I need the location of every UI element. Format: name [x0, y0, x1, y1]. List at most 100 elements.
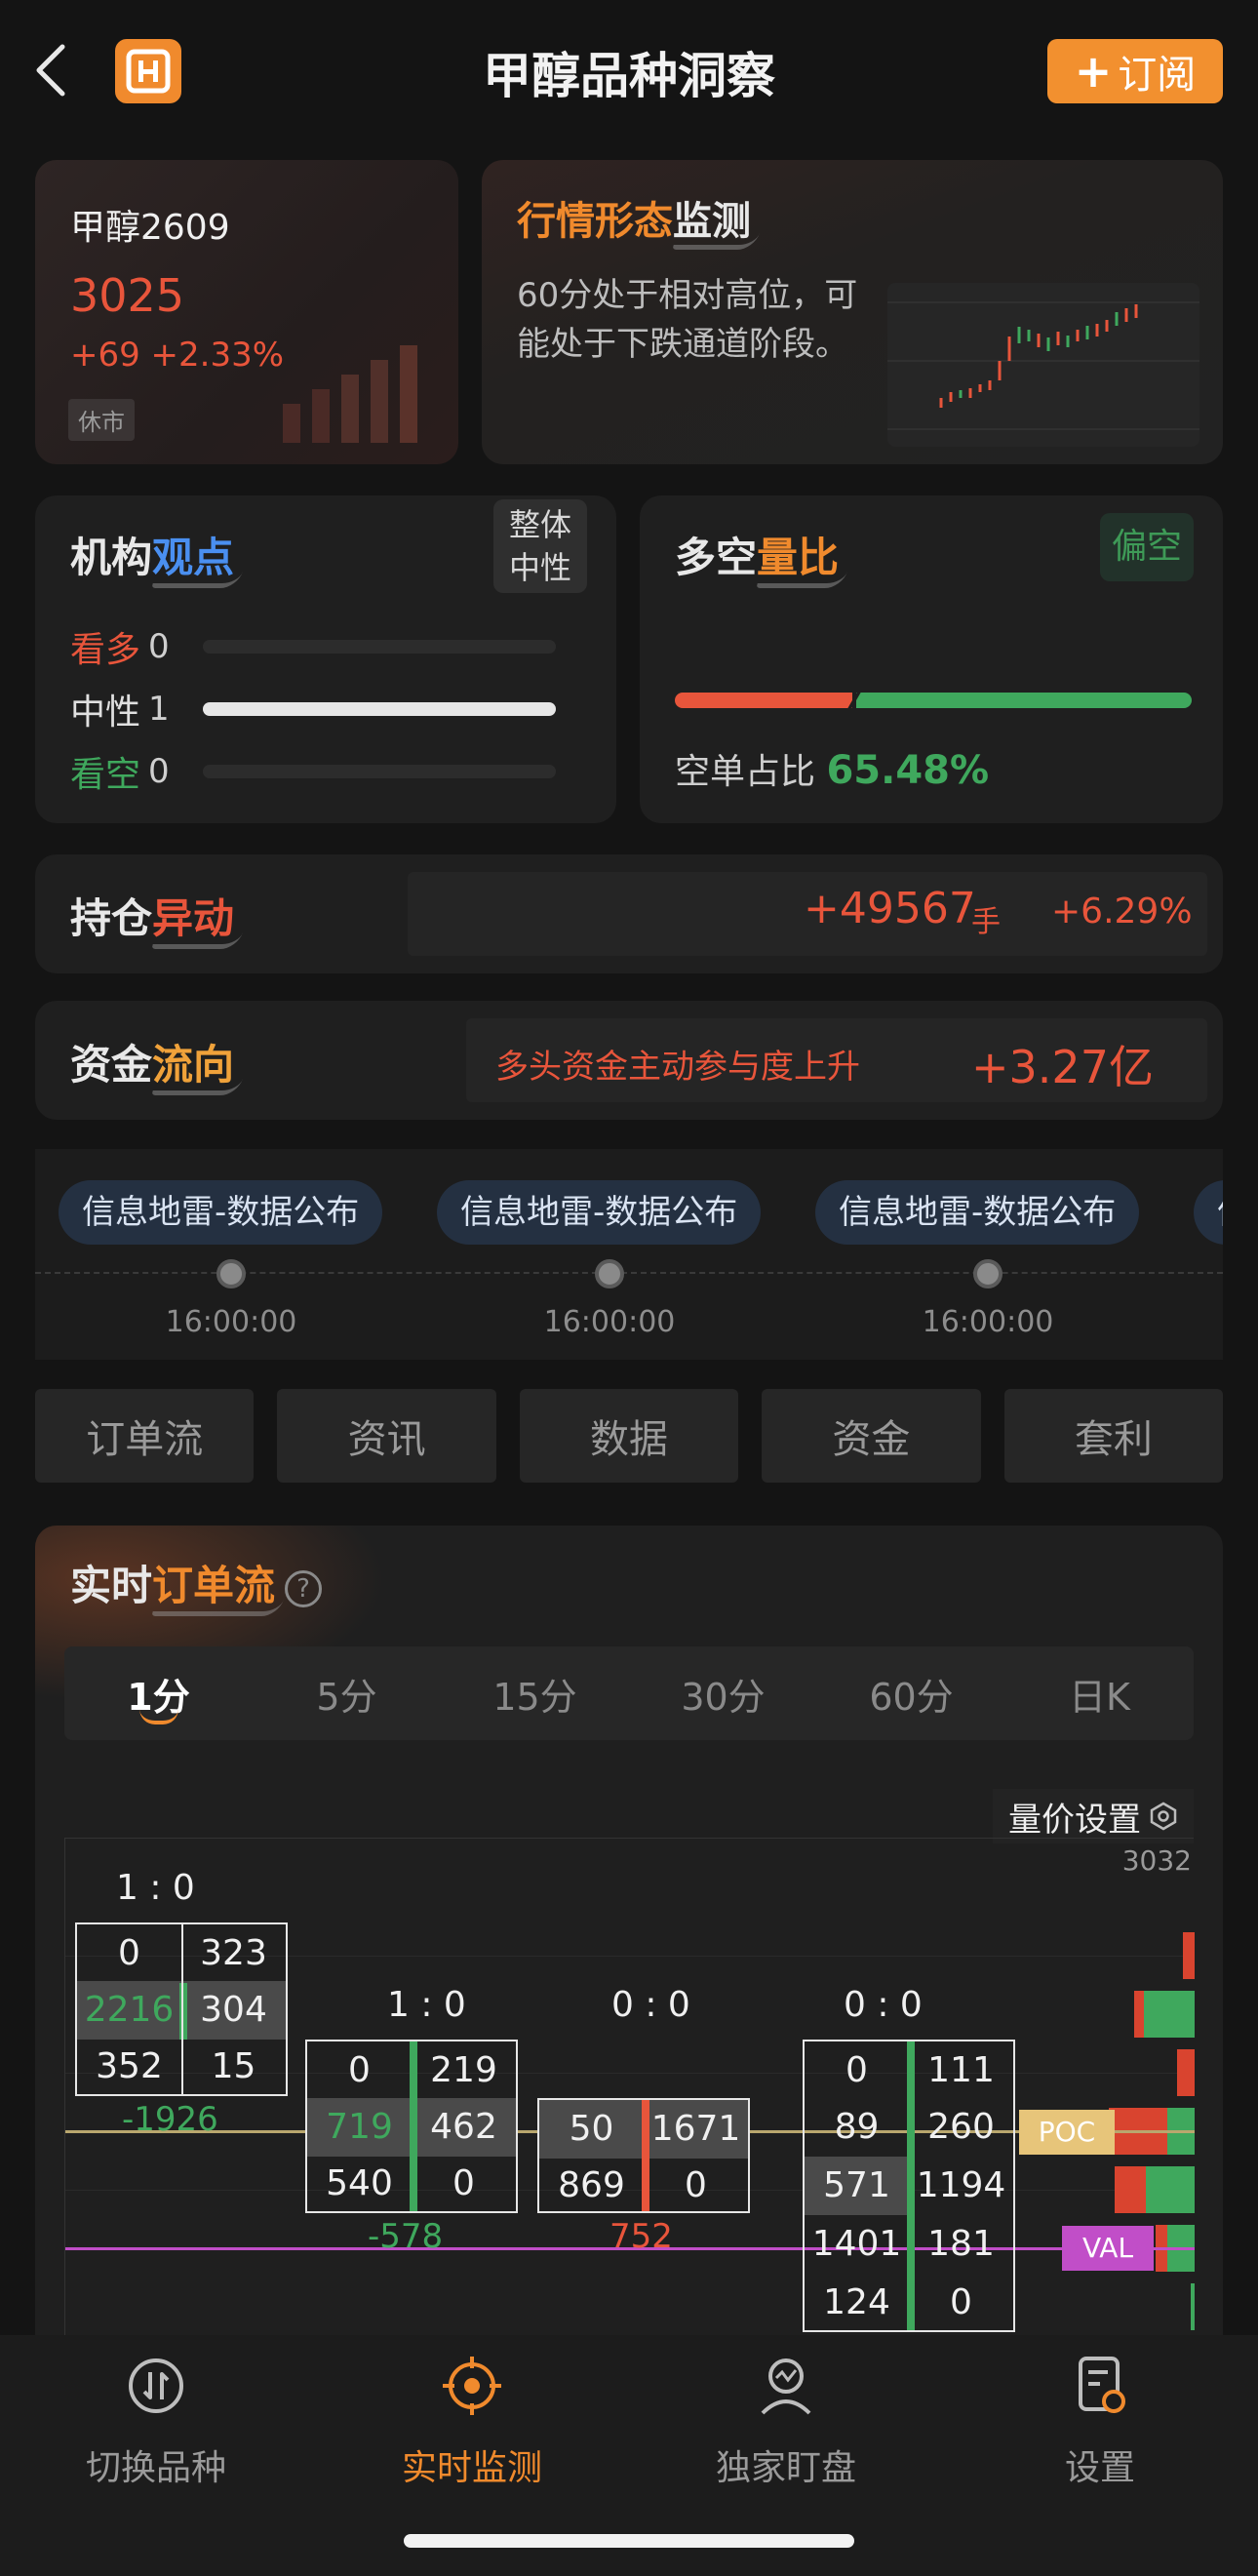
event-timeline[interactable]: 信息地雷-数据公布 信息地雷-数据公布 信息地雷-数据公布 信 16:00:00… — [35, 1149, 1223, 1360]
poc-tag: POC — [1019, 2110, 1115, 2155]
event-time: 16:00:00 — [165, 1305, 297, 1339]
fund-flow-strip[interactable]: 资金流向 多头资金主动参与度上升 +3.27亿 — [35, 1001, 1223, 1120]
long-short-ratio-card[interactable]: 多空量比 偏空 空单占比 65.48% — [640, 495, 1223, 823]
bid-cell: 0 — [118, 1933, 140, 1973]
volume-price-settings-button[interactable]: 量价设置 — [993, 1789, 1194, 1843]
nav-settings[interactable]: 设置 — [1002, 2355, 1198, 2490]
subscribe-label: 订阅 — [1118, 53, 1197, 98]
short-share-label: 空单占比 — [675, 752, 816, 792]
help-icon[interactable]: ? — [285, 1569, 323, 1607]
ask-cell: 323 — [200, 1933, 267, 1973]
ratio-title: 多空量比 — [675, 525, 839, 584]
event-pill[interactable]: 信息地雷-数据公布 — [815, 1180, 1140, 1245]
nav-label: 实时监测 — [401, 2448, 542, 2488]
tab-data[interactable]: 数据 — [519, 1389, 739, 1483]
tab-order-flow[interactable]: 订单流 — [35, 1389, 255, 1483]
nav-realtime-monitor[interactable]: 实时监测 — [374, 2355, 570, 2490]
market-status-badge: 休市 — [68, 399, 135, 441]
realtime-orderflow-card: 实时订单流? 1分 5分 15分 30分 60分 日K 量价设置 3032 PO… — [35, 1526, 1223, 2335]
event-pill[interactable]: 信息地雷-数据公布 — [437, 1180, 762, 1245]
bid-cell: 0 — [348, 2050, 371, 2090]
profile-bar — [1146, 2166, 1195, 2213]
event-pill[interactable]: 信 — [1194, 1180, 1223, 1245]
profile-bar — [1183, 1932, 1195, 1979]
ask-cell: 181 — [927, 2224, 995, 2264]
position-value-box: +49567 手 +6.29% — [408, 872, 1207, 956]
bar-ratio: 1 : 0 — [116, 1868, 195, 1908]
bid-cell: 89 — [834, 2107, 880, 2147]
period-selector: 1分 5分 15分 30分 60分 日K — [64, 1646, 1194, 1740]
bullish-bar — [203, 640, 556, 654]
period-1m[interactable]: 1分 — [64, 1646, 253, 1740]
target-icon — [443, 2357, 501, 2415]
event-pill[interactable]: 信息地雷-数据公布 — [59, 1180, 383, 1245]
pattern-title: 行情形态监测 — [517, 189, 751, 246]
profile-bar — [1115, 2166, 1146, 2213]
contract-name: 甲醇2609 — [70, 208, 230, 248]
profile-bar — [1191, 2283, 1195, 2330]
position-change-strip[interactable]: 持仓异动 +49567 手 +6.29% — [35, 854, 1223, 973]
bid-cell: 719 — [326, 2107, 393, 2147]
price-change: +69 +2.33% — [70, 336, 285, 375]
mini-bars-decoration — [283, 345, 417, 443]
fund-title: 资金流向 — [70, 1032, 234, 1091]
long-short-bar — [675, 693, 1192, 708]
pattern-chart-thumbnail — [887, 283, 1199, 447]
bid-cell: 50 — [569, 2109, 614, 2149]
bid-cell: 124 — [823, 2282, 890, 2322]
tab-funds[interactable]: 资金 — [762, 1389, 981, 1483]
quote-card[interactable]: 甲醇2609 3025 +69 +2.33% 休市 — [35, 160, 458, 464]
tab-news[interactable]: 资讯 — [277, 1389, 496, 1483]
val-tag: VAL — [1062, 2226, 1154, 2271]
position-title: 持仓异动 — [70, 886, 234, 945]
profile-bar — [1144, 1991, 1195, 2038]
fund-title-b: 流向 — [152, 1032, 234, 1091]
bid-cell: 571 — [823, 2165, 890, 2205]
institution-view-card[interactable]: 机构观点 整体中性 看多 0 中性 1 看空 0 — [35, 495, 616, 823]
nav-label: 独家盯盘 — [715, 2448, 856, 2488]
section-tabs: 订单流 资讯 数据 资金 套利 — [35, 1389, 1224, 1483]
position-title-a: 持仓 — [70, 894, 153, 942]
bullish-row: 看多 0 — [70, 622, 597, 671]
bid-cell: 2216 — [84, 1990, 175, 2030]
ask-cell: 1671 — [650, 2109, 741, 2149]
orderflow-title-a: 实时 — [70, 1562, 153, 1609]
plus-icon: + — [1074, 45, 1113, 98]
subscribe-button[interactable]: + 订阅 — [1047, 39, 1223, 103]
settings-label: 量价设置 — [1008, 1800, 1141, 1840]
swap-circle-icon — [129, 2358, 183, 2413]
ask-cell: 304 — [200, 1990, 267, 2030]
bar-ratio: 0 : 0 — [611, 1985, 690, 2025]
footprint-chart[interactable]: 3032 POC VAL 1 : 0 0 323 2216 304 352 15 — [64, 1838, 1195, 2335]
footprint-bar: 0 111 89 260 571 1194 1401 181 124 0 — [803, 2040, 1015, 2332]
ratio-title-b: 量比 — [757, 525, 839, 584]
footprint-bar: 0 219 719 462 540 0 — [305, 2040, 518, 2213]
home-indicator — [404, 2534, 854, 2548]
bias-badge: 偏空 — [1100, 513, 1194, 581]
ask-cell: 111 — [927, 2050, 995, 2090]
period-60m[interactable]: 60分 — [817, 1646, 1005, 1740]
neutral-row: 中性 1 — [70, 685, 597, 733]
period-30m[interactable]: 30分 — [629, 1646, 817, 1740]
position-value: +49567 — [804, 884, 976, 933]
ask-cell: 0 — [950, 2282, 972, 2322]
overall-view-badge: 整体中性 — [493, 499, 587, 593]
nav-switch-variety[interactable]: 切换品种 — [59, 2355, 254, 2490]
period-5m[interactable]: 5分 — [253, 1646, 441, 1740]
footprint-bar: 50 1671 869 0 — [537, 2098, 750, 2213]
bullish-count: 0 — [148, 627, 170, 666]
bar-ratio: 0 : 0 — [844, 1985, 923, 2025]
pattern-monitor-card[interactable]: 行情形态监测 60分处于相对高位，可能处于下跌通道阶段。 — [482, 160, 1223, 464]
institution-title-b: 观点 — [152, 525, 234, 584]
nav-exclusive-watch[interactable]: 独家盯盘 — [688, 2355, 884, 2490]
fund-title-a: 资金 — [70, 1041, 153, 1089]
orderflow-title: 实时订单流? — [70, 1553, 323, 1612]
neutral-label: 中性 — [70, 693, 141, 733]
pattern-description: 60分处于相对高位，可能处于下跌通道阶段。 — [517, 276, 858, 364]
neutral-bar — [203, 702, 556, 716]
document-settings-icon — [1079, 2357, 1125, 2413]
bid-cell: 869 — [558, 2165, 625, 2205]
tab-arbitrage[interactable]: 套利 — [1003, 1389, 1224, 1483]
period-daily[interactable]: 日K — [1005, 1646, 1194, 1740]
period-15m[interactable]: 15分 — [441, 1646, 629, 1740]
